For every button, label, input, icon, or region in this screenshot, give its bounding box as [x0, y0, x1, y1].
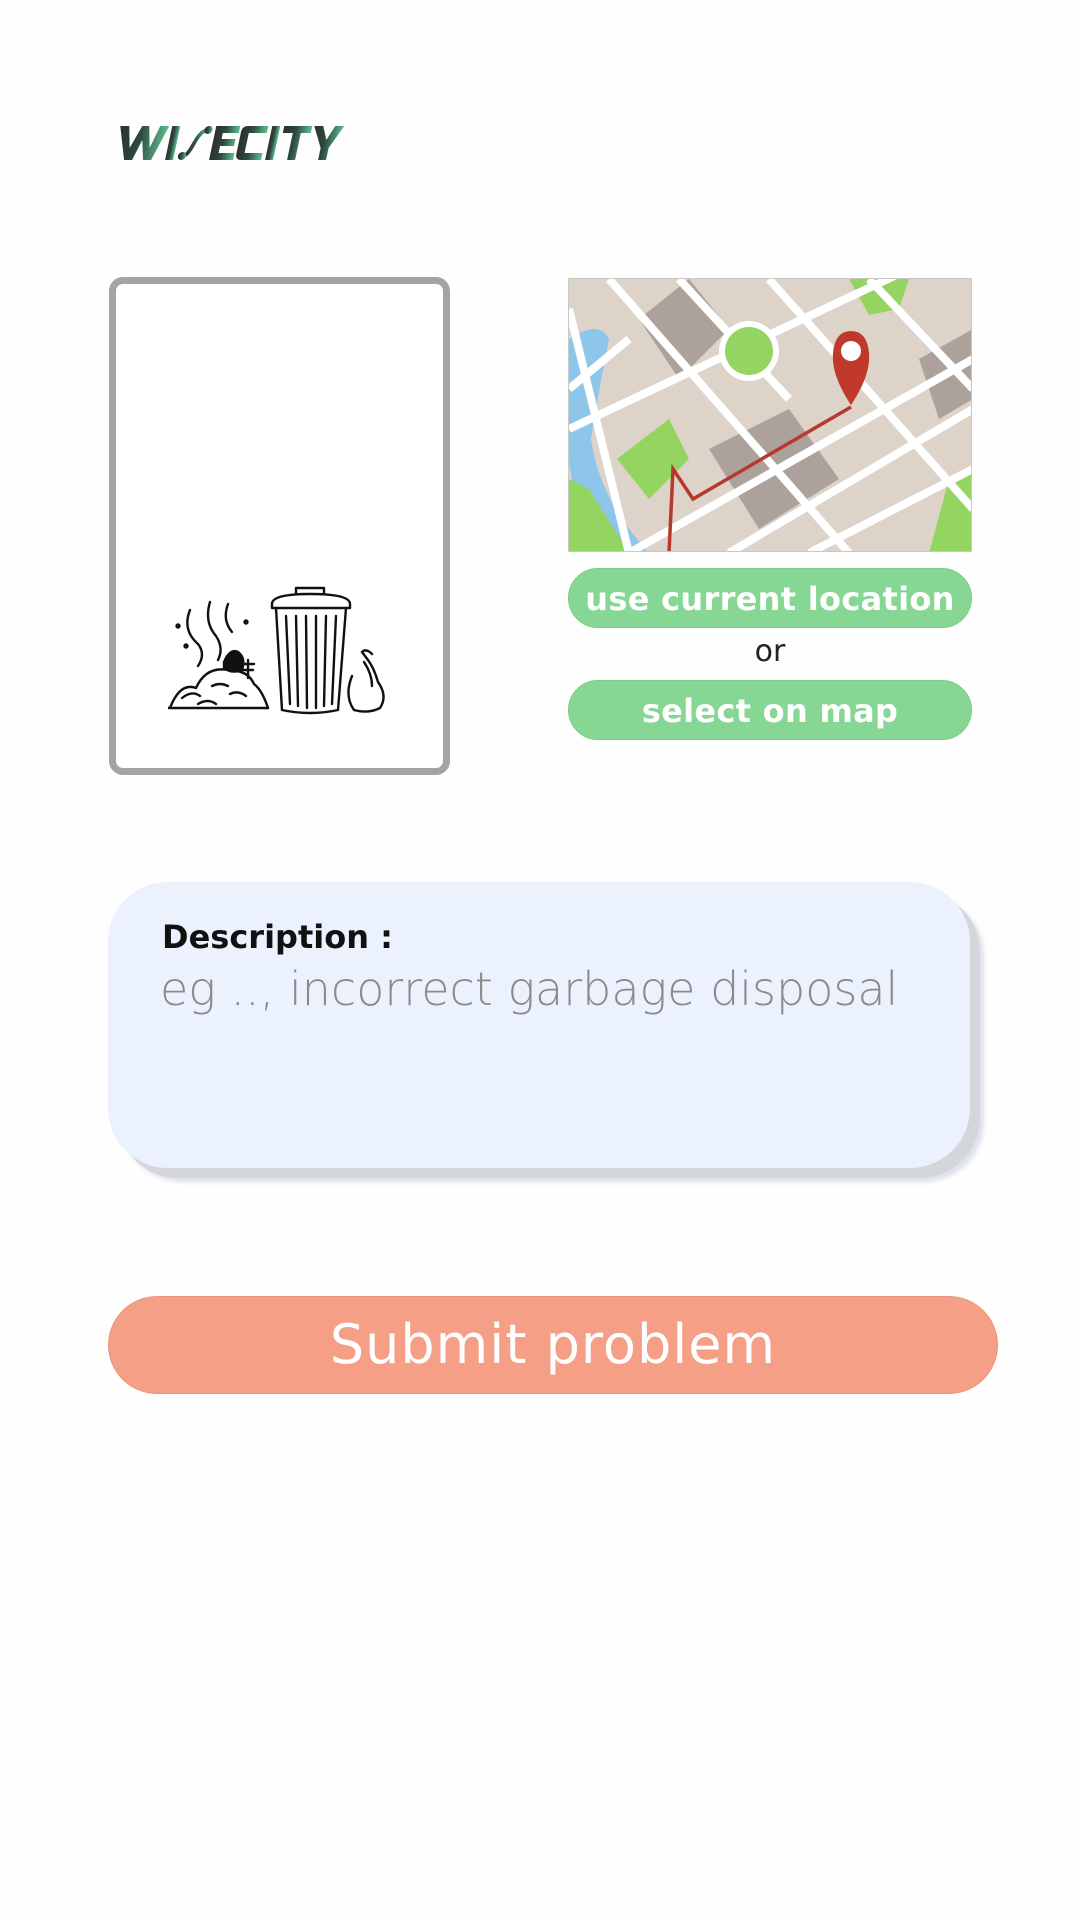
map-preview[interactable] — [568, 278, 972, 552]
garbage-trash-can-icon — [166, 586, 400, 722]
photo-upload-frame[interactable] — [109, 277, 450, 775]
select-on-map-button[interactable]: select on map — [568, 680, 972, 740]
submit-problem-button[interactable]: Submit problem — [108, 1296, 998, 1394]
description-label: Description : — [162, 918, 393, 956]
use-current-location-button[interactable]: use current location — [568, 568, 972, 628]
wisecity-logo — [114, 118, 384, 166]
description-input[interactable] — [160, 962, 920, 1142]
or-separator: or — [754, 634, 786, 669]
wisecity-logo-mark — [120, 126, 345, 160]
description-card: Description : — [108, 882, 970, 1168]
